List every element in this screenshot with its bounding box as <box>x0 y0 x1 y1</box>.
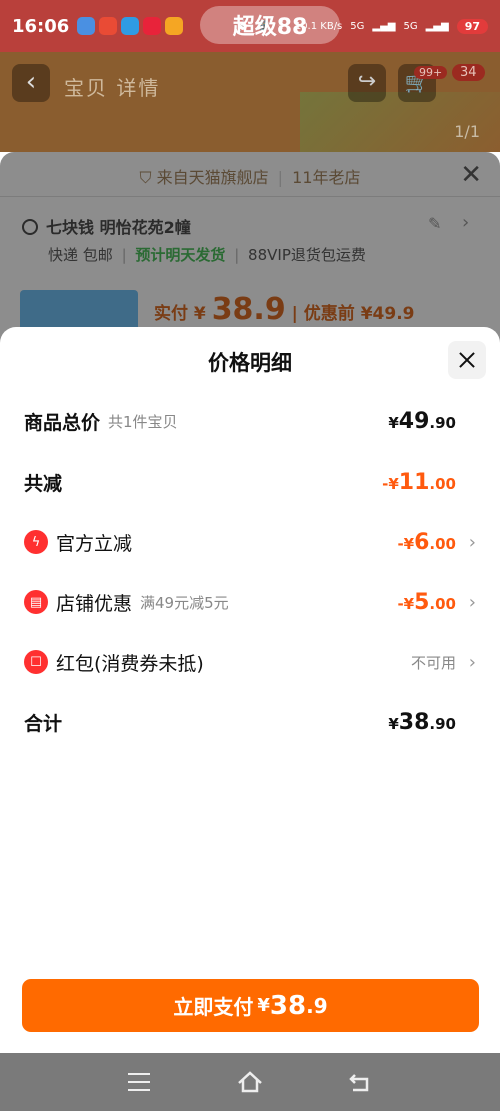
close-icon[interactable]: ✕ <box>460 160 482 190</box>
row-label: 商品总价 <box>24 411 101 434</box>
divider: | <box>121 246 127 264</box>
paid-amount: 38.9 <box>211 292 286 327</box>
price-row-official-discount[interactable]: ϟ 官方立减 -¥ 6.00 › <box>24 524 476 560</box>
signal-icon: ▂▄▆ <box>372 20 396 32</box>
message-badge: 34 <box>452 64 485 81</box>
row-value: ¥49.90 <box>388 409 456 434</box>
divider: | <box>277 168 284 187</box>
price-detail-sheet: 价格明细 商品总价 共1件宝贝 ¥49.90 共减 -¥ 11.00 ϟ 官方立减… <box>0 327 500 1053</box>
value-dec: .00 <box>429 474 456 493</box>
back-nav-icon[interactable] <box>345 1067 375 1097</box>
value-int: 6 <box>414 529 430 555</box>
paid-label: 实付 <box>154 304 188 324</box>
app-notification-icon <box>77 17 96 35</box>
divider: | <box>291 304 304 324</box>
row-label: 合计 <box>24 712 63 735</box>
weibo-icon <box>165 17 184 35</box>
app-notification-icon <box>121 17 140 35</box>
pay-now-button[interactable]: 立即支付 ¥ 38 .9 <box>22 979 479 1032</box>
value-int: 49 <box>398 408 430 434</box>
value-yen: -¥ <box>397 594 415 613</box>
price-row-store-discount[interactable]: ▤ 店铺优惠 满49元减5元 -¥ 5.00 › <box>24 584 476 620</box>
signal-5g-2: 5G <box>403 20 418 32</box>
pay-button-label: 立即支付 <box>173 995 254 1019</box>
shield-icon: ⛉ <box>139 168 152 187</box>
value-int: 11 <box>398 469 430 495</box>
row-label: 官方立减 <box>56 532 133 555</box>
divider: | <box>234 246 240 264</box>
return-policy: 88VIP退货包运费 <box>248 246 366 264</box>
shipping-info: 快递 包邮 | 预计明天发货 | 88VIP退货包运费 <box>48 244 366 265</box>
store-source-label: 来自天猫旗舰店 <box>156 168 269 187</box>
store-source: ⛉ 来自天猫旗舰店 | 11年老店 <box>0 164 500 188</box>
home-icon[interactable] <box>235 1067 265 1097</box>
row-value: ¥38.90 <box>388 710 456 735</box>
app-notification-icon <box>99 17 118 35</box>
battery-indicator: 97 <box>456 18 488 34</box>
address-text: 七块钱 明怡花苑2幢 <box>46 218 191 237</box>
status-bar: 16:06 ⏰ 📳 ☾ 10.1 KB/s 5G ▂▄▆ 5G ▂▄▆ 97 超… <box>0 0 500 52</box>
red-envelope-icon: ☐ <box>24 650 48 674</box>
value-yen: -¥ <box>382 474 399 493</box>
value-yen: ¥ <box>388 413 399 432</box>
delivery-address[interactable]: 七块钱 明怡花苑2幢 <box>22 214 191 238</box>
product-header-dimmed: ‹ 宝贝 详情 ↪ 🛒 99+ 34 1/1 <box>0 52 500 152</box>
row-label: 共减 <box>24 472 63 495</box>
store-age: 11年老店 <box>292 168 361 187</box>
value-int: 38 <box>398 709 430 735</box>
delivery-method: 快递 包邮 <box>48 246 113 264</box>
value-dec: .00 <box>429 594 456 613</box>
row-status: 不可用 <box>410 653 456 672</box>
before-discount-label: 优惠前 <box>303 304 355 324</box>
value-yen: ¥ <box>388 714 399 733</box>
price-row-total-discount: 共减 -¥ 11.00 <box>24 464 476 500</box>
value-dec: .00 <box>429 534 456 553</box>
value-dec: .90 <box>429 413 456 432</box>
value-dec: .90 <box>429 714 456 733</box>
value-yen: -¥ <box>397 534 415 553</box>
signal-5g-1: 5G <box>350 20 365 32</box>
chevron-right-icon[interactable]: › <box>462 212 469 233</box>
price-row-grand-total: 合计 ¥38.90 <box>24 704 476 740</box>
edit-icon[interactable]: ✎ <box>428 214 441 233</box>
pay-button-yen: ¥ <box>257 995 270 1016</box>
sheet-title: 价格明细 <box>208 351 292 375</box>
row-sub: 满49元减5元 <box>140 593 229 612</box>
chevron-right-icon: › <box>468 651 476 673</box>
share-icon[interactable]: ↪ <box>348 64 386 102</box>
status-time: 16:06 <box>12 15 70 37</box>
chevron-right-icon: › <box>468 591 476 613</box>
paid-yen: ¥ <box>193 304 206 324</box>
promo-banner: 超级88 <box>200 6 340 44</box>
price-row-total-goods: 商品总价 共1件宝贝 ¥49.90 <box>24 403 476 439</box>
chevron-right-icon: › <box>468 531 476 553</box>
signal-icon: ▂▄▆ <box>425 20 449 32</box>
row-value: -¥ 11.00 <box>382 470 456 495</box>
location-pin-icon <box>22 219 38 235</box>
cart-badge: 99+ <box>414 66 448 79</box>
row-label: 店铺优惠 <box>56 592 133 615</box>
order-card-dimmed: ⛉ 来自天猫旗舰店 | 11年老店 ✕ 七块钱 明怡花苑2幢 ✎ › 快递 包邮… <box>0 152 500 352</box>
row-value: -¥ 5.00 <box>397 590 456 615</box>
row-value: -¥ 6.00 <box>397 530 456 555</box>
shop-icon: ▤ <box>24 590 48 614</box>
price-row-red-envelope[interactable]: ☐ 红包(消费券未抵) 不可用 › <box>24 644 476 680</box>
app-notification-icon <box>143 17 162 35</box>
image-page-indicator: 1/1 <box>454 122 480 141</box>
back-icon[interactable]: ‹ <box>12 64 50 102</box>
row-label: 红包(消费券未抵) <box>56 652 204 675</box>
lightning-icon: ϟ <box>24 530 48 554</box>
ship-time: 预计明天发货 <box>135 246 226 264</box>
paid-summary: 实付 ¥ 38.9 | 优惠前 ¥49.9 <box>154 292 414 327</box>
before-discount-amount: ¥49.9 <box>360 304 415 324</box>
system-nav-bar <box>0 1053 500 1111</box>
product-tabs[interactable]: 宝贝 详情 <box>64 72 160 101</box>
close-button[interactable] <box>448 341 486 379</box>
pay-button-amount-dec: .9 <box>306 993 328 1018</box>
divider <box>0 196 500 197</box>
pay-button-amount: 38 <box>269 990 307 1021</box>
menu-icon[interactable] <box>124 1067 154 1097</box>
value-int: 5 <box>414 589 430 615</box>
row-sub: 共1件宝贝 <box>108 412 178 431</box>
